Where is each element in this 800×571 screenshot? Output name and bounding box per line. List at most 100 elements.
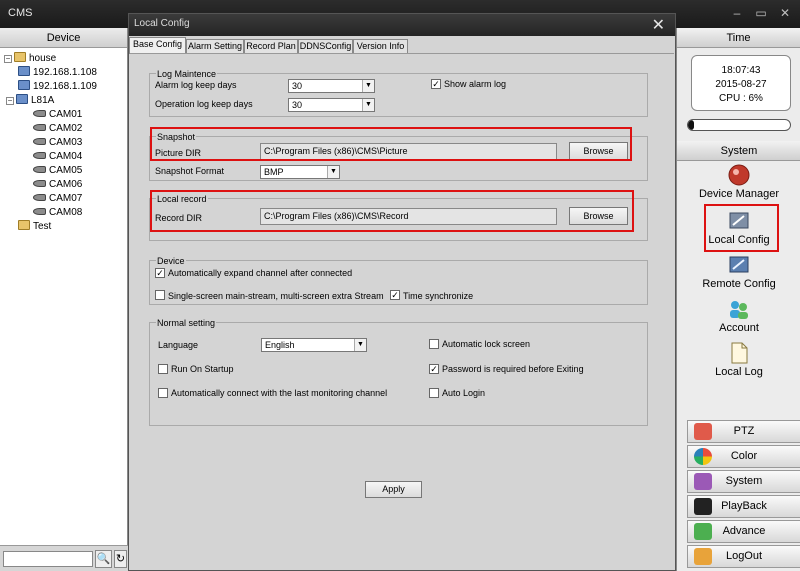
auto-expand-checkbox[interactable]: ✓: [155, 268, 165, 278]
single-screen-stream-label: Single-screen main-stream, multi-screen …: [168, 291, 384, 301]
device-panel: Device − house 192.168.1.108 192.168.1.10…: [0, 28, 128, 571]
tab-ddns-config[interactable]: DDNSConfig: [298, 39, 353, 54]
tree-item-camera[interactable]: CAM08: [0, 206, 127, 220]
alarm-log-days-label: Alarm log keep days: [155, 80, 237, 90]
system-icon: [694, 473, 712, 490]
logout-button[interactable]: LogOut: [687, 545, 800, 568]
local-record-highlight: [150, 190, 634, 232]
tree-item-device[interactable]: 192.168.1.108: [0, 66, 127, 80]
snapshot-highlight: [150, 127, 632, 161]
auto-lock-label: Automatic lock screen: [442, 339, 531, 349]
snapshot-format-label: Snapshot Format: [155, 166, 225, 176]
search-icon[interactable]: 🔍: [95, 550, 112, 568]
refresh-icon[interactable]: ↻: [114, 550, 127, 568]
alarm-log-days-select[interactable]: 30 ▼: [288, 79, 375, 93]
tab-version-info[interactable]: Version Info: [353, 39, 408, 54]
device-search-input[interactable]: [3, 551, 93, 567]
account-icon: [730, 301, 748, 319]
advance-icon: [694, 523, 712, 540]
device-icon: [18, 80, 30, 90]
camera-icon: [33, 208, 46, 215]
clock-date: 2015-08-27: [715, 79, 767, 90]
chevron-down-icon: ▼: [327, 166, 339, 178]
log-maintenance-title: Log Maintence: [156, 69, 218, 79]
device-icon: [18, 66, 30, 76]
local-config-highlight: [704, 204, 779, 252]
auto-connect-label: Automatically connect with the last moni…: [171, 388, 388, 398]
snapshot-format-select[interactable]: BMP ▼: [260, 165, 340, 179]
log-maintenance-group: Log Maintence Alarm log keep days 30 ▼ O…: [149, 69, 648, 117]
playback-button[interactable]: PlayBack: [687, 495, 800, 518]
clock-display: 18:07:43 2015-08-27 CPU : 6%: [691, 55, 791, 111]
camera-icon: [33, 180, 46, 187]
system-button[interactable]: System: [687, 470, 800, 493]
tree-item-camera[interactable]: CAM05: [0, 164, 127, 178]
logout-icon: [694, 548, 712, 565]
account-button[interactable]: Account: [677, 298, 800, 334]
device-panel-footer: 🔍 ↻: [0, 545, 128, 571]
time-sync-checkbox[interactable]: ✓: [390, 290, 400, 300]
collapse-icon[interactable]: −: [6, 97, 14, 105]
tree-item-camera[interactable]: CAM01: [0, 108, 127, 122]
device-group: Device ✓ Automatically expand channel af…: [149, 256, 648, 305]
ptz-icon: [694, 423, 712, 440]
chevron-down-icon: ▼: [362, 99, 374, 111]
dialog-close-icon[interactable]: ✕: [652, 15, 665, 35]
cpu-usage-bar: [687, 119, 791, 131]
tab-alarm-setting[interactable]: Alarm Setting: [186, 39, 244, 54]
minimize-button[interactable]: –: [728, 6, 746, 20]
color-button[interactable]: Color: [687, 445, 800, 468]
dialog-titlebar: Local Config ✕: [129, 14, 675, 36]
tree-item-house[interactable]: − house: [0, 52, 127, 66]
normal-setting-title: Normal setting: [156, 318, 217, 328]
chevron-down-icon: ▼: [362, 80, 374, 92]
device-icon: [16, 94, 28, 104]
remote-config-button[interactable]: Remote Config: [677, 254, 800, 290]
single-screen-stream-checkbox[interactable]: [155, 290, 165, 300]
language-select[interactable]: English ▼: [261, 338, 367, 352]
dialog-title: Local Config: [134, 18, 190, 29]
apply-button[interactable]: Apply: [365, 481, 422, 498]
tree-item-camera[interactable]: CAM07: [0, 192, 127, 206]
collapse-icon[interactable]: −: [4, 55, 12, 63]
camera-icon: [33, 110, 46, 117]
device-manager-button[interactable]: Device Manager: [677, 164, 800, 200]
show-alarm-log-checkbox[interactable]: ✓: [431, 79, 441, 89]
tree-item-device[interactable]: − L81A: [0, 94, 127, 108]
auto-expand-label: Automatically expand channel after conne…: [168, 268, 353, 278]
auto-login-label: Auto Login: [442, 388, 486, 398]
camera-icon: [33, 194, 46, 201]
cpu-usage: CPU : 6%: [719, 93, 763, 104]
auto-connect-checkbox[interactable]: [158, 388, 168, 398]
auto-lock-checkbox[interactable]: [429, 339, 439, 349]
system-header: System: [677, 141, 800, 161]
right-panel: Time 18:07:43 2015-08-27 CPU : 6% System…: [676, 28, 800, 571]
clock-time: 18:07:43: [721, 65, 761, 76]
operation-log-days-select[interactable]: 30 ▼: [288, 98, 375, 112]
app-title: CMS: [8, 7, 33, 19]
ptz-button[interactable]: PTZ: [687, 420, 800, 443]
tree-item-camera[interactable]: CAM04: [0, 150, 127, 164]
tree-item-device[interactable]: 192.168.1.109: [0, 80, 127, 94]
device-title: Device: [156, 256, 186, 266]
app-close-button[interactable]: ✕: [776, 6, 794, 20]
device-panel-header: Device: [0, 28, 127, 48]
run-on-startup-checkbox[interactable]: [158, 364, 168, 374]
control-buttons: PTZ Color System PlayBack Advance LogOut: [687, 420, 800, 570]
tree-item-folder[interactable]: Test: [0, 220, 127, 234]
password-exit-checkbox[interactable]: ✓: [429, 364, 439, 374]
tree-item-camera[interactable]: CAM03: [0, 136, 127, 150]
local-log-button[interactable]: Local Log: [677, 342, 800, 378]
tab-record-plan[interactable]: Record Plan: [244, 39, 298, 54]
tree-item-camera[interactable]: CAM06: [0, 178, 127, 192]
normal-setting-group: Normal setting Language English ▼ Run On…: [149, 318, 648, 426]
device-tree: − house 192.168.1.108 192.168.1.109 − L81A…: [0, 48, 127, 234]
tree-item-camera[interactable]: CAM02: [0, 122, 127, 136]
local-config-dialog: Local Config ✕ Base Config Alarm Setting…: [128, 13, 676, 571]
auto-login-checkbox[interactable]: [429, 388, 439, 398]
folder-icon: [18, 220, 30, 230]
tab-base-config[interactable]: Base Config: [129, 37, 186, 54]
advance-button[interactable]: Advance: [687, 520, 800, 543]
folder-icon: [14, 52, 26, 62]
restore-button[interactable]: ▭: [752, 6, 770, 20]
